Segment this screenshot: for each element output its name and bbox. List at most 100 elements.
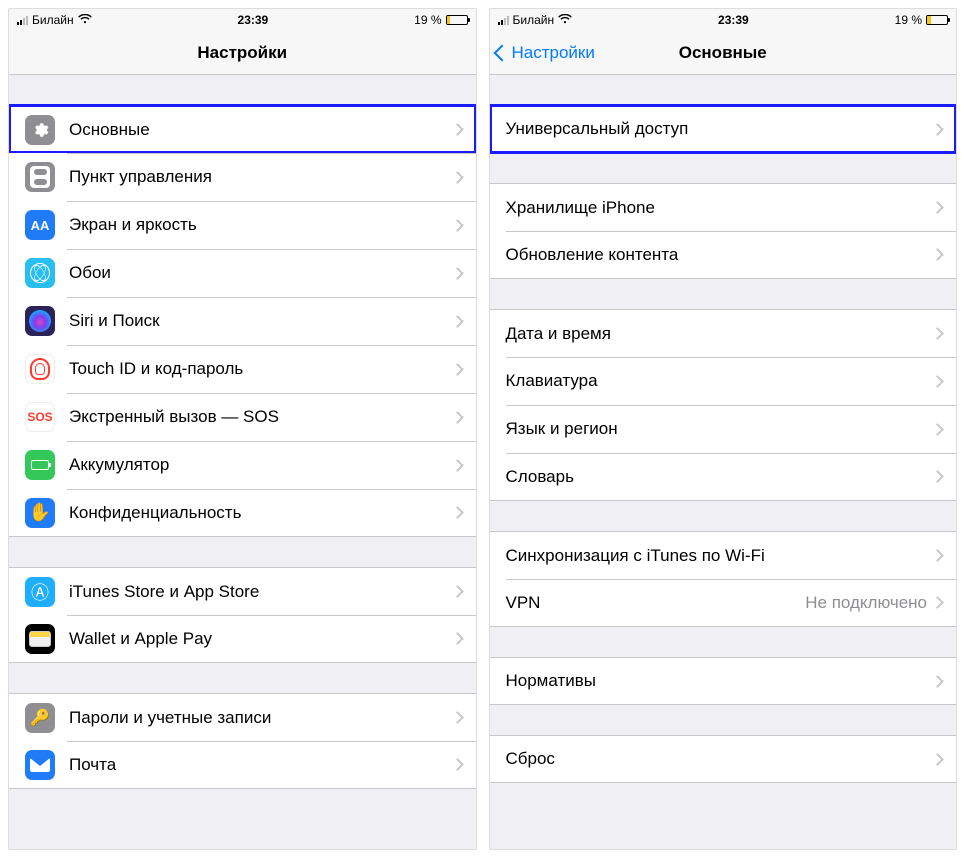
row-label: Синхронизация с iTunes по Wi-Fi: [506, 546, 934, 566]
siri-icon: [25, 306, 55, 336]
battery-icon: [25, 450, 55, 480]
general-list[interactable]: Универсальный доступ Хранилище iPhone Об…: [490, 75, 957, 849]
row-label: Touch ID и код-пароль: [69, 359, 453, 379]
row-wallpaper[interactable]: Обои: [9, 249, 476, 297]
carrier-label: Билайн: [513, 13, 555, 27]
chevron-right-icon: [451, 315, 464, 328]
chevron-right-icon: [451, 758, 464, 771]
sos-icon: SOS: [25, 402, 55, 432]
chevron-right-icon: [931, 375, 944, 388]
battery-icon: [446, 15, 468, 25]
key-icon: 🔑: [25, 703, 55, 733]
settings-screen: Билайн 23:39 19 % Настройки Основные Пун…: [8, 8, 477, 850]
back-button[interactable]: Настройки: [496, 43, 595, 63]
row-label: Язык и регион: [506, 419, 934, 439]
row-mail[interactable]: Почта: [9, 741, 476, 789]
row-label: Нормативы: [506, 671, 934, 691]
status-bar: Билайн 23:39 19 %: [490, 9, 957, 31]
row-label: Клавиатура: [506, 371, 934, 391]
row-value: Не подключено: [805, 593, 927, 613]
row-appstore[interactable]: Ⓐ iTunes Store и App Store: [9, 567, 476, 615]
battery-pct: 19 %: [895, 13, 922, 27]
page-title: Основные: [679, 43, 767, 63]
row-label: Пункт управления: [69, 167, 453, 187]
status-bar: Билайн 23:39 19 %: [9, 9, 476, 31]
row-label: Wallet и Apple Pay: [69, 629, 453, 649]
chevron-right-icon: [451, 123, 464, 136]
chevron-right-icon: [451, 506, 464, 519]
row-label: Дата и время: [506, 324, 934, 344]
clock: 23:39: [718, 13, 749, 27]
row-storage[interactable]: Хранилище iPhone: [490, 183, 957, 231]
wallpaper-icon: [25, 258, 55, 288]
navbar: Настройки Основные: [490, 31, 957, 75]
carrier-label: Билайн: [32, 13, 74, 27]
row-label: Почта: [69, 755, 453, 775]
row-regulatory[interactable]: Нормативы: [490, 657, 957, 705]
battery-pct: 19 %: [414, 13, 441, 27]
row-keyboard[interactable]: Клавиатура: [490, 357, 957, 405]
chevron-right-icon: [451, 363, 464, 376]
row-siri[interactable]: Siri и Поиск: [9, 297, 476, 345]
row-passwords[interactable]: 🔑 Пароли и учетные записи: [9, 693, 476, 741]
chevron-right-icon: [931, 201, 944, 214]
row-label: Экстренный вызов — SOS: [69, 407, 453, 427]
row-label: Экран и яркость: [69, 215, 453, 235]
chevron-right-icon: [931, 123, 944, 136]
mail-icon: [25, 750, 55, 780]
chevron-right-icon: [931, 248, 944, 261]
row-sos[interactable]: SOS Экстренный вызов — SOS: [9, 393, 476, 441]
signal-icon: [498, 15, 509, 25]
row-lang[interactable]: Язык и регион: [490, 405, 957, 453]
control-center-icon: [25, 162, 55, 192]
chevron-right-icon: [931, 675, 944, 688]
chevron-right-icon: [451, 711, 464, 724]
chevron-left-icon: [493, 44, 510, 61]
appstore-icon: Ⓐ: [25, 577, 55, 607]
row-label: Siri и Поиск: [69, 311, 453, 331]
row-bg-refresh[interactable]: Обновление контента: [490, 231, 957, 279]
chevron-right-icon: [451, 219, 464, 232]
row-label: Универсальный доступ: [506, 119, 934, 139]
row-touchid[interactable]: Touch ID и код-пароль: [9, 345, 476, 393]
row-privacy[interactable]: ✋ Конфиденциальность: [9, 489, 476, 537]
privacy-icon: ✋: [25, 498, 55, 528]
row-wallet[interactable]: Wallet и Apple Pay: [9, 615, 476, 663]
row-control-center[interactable]: Пункт управления: [9, 153, 476, 201]
chevron-right-icon: [451, 267, 464, 280]
chevron-right-icon: [451, 632, 464, 645]
row-itunes-wifi[interactable]: Синхронизация с iTunes по Wi-Fi: [490, 531, 957, 579]
wifi-icon: [558, 13, 572, 27]
row-general[interactable]: Основные: [9, 105, 476, 153]
row-label: Аккумулятор: [69, 455, 453, 475]
row-display[interactable]: AA Экран и яркость: [9, 201, 476, 249]
page-title: Настройки: [197, 43, 287, 63]
back-label: Настройки: [512, 43, 595, 63]
touchid-icon: [25, 354, 55, 384]
wallet-icon: [25, 624, 55, 654]
row-label: Обновление контента: [506, 245, 934, 265]
settings-list[interactable]: Основные Пункт управления AA Экран и ярк…: [9, 75, 476, 849]
row-label: Словарь: [506, 467, 934, 487]
chevron-right-icon: [931, 753, 944, 766]
row-label: Конфиденциальность: [69, 503, 453, 523]
chevron-right-icon: [451, 411, 464, 424]
battery-icon: [926, 15, 948, 25]
chevron-right-icon: [931, 470, 944, 483]
row-label: Сброс: [506, 749, 934, 769]
row-label: Основные: [69, 120, 453, 140]
chevron-right-icon: [931, 596, 944, 609]
chevron-right-icon: [931, 423, 944, 436]
gear-icon: [25, 115, 55, 145]
row-vpn[interactable]: VPN Не подключено: [490, 579, 957, 627]
wifi-icon: [78, 13, 92, 27]
row-battery[interactable]: Аккумулятор: [9, 441, 476, 489]
row-reset[interactable]: Сброс: [490, 735, 957, 783]
row-label: iTunes Store и App Store: [69, 582, 453, 602]
row-datetime[interactable]: Дата и время: [490, 309, 957, 357]
row-accessibility[interactable]: Универсальный доступ: [490, 105, 957, 153]
chevron-right-icon: [451, 585, 464, 598]
chevron-right-icon: [451, 459, 464, 472]
row-dict[interactable]: Словарь: [490, 453, 957, 501]
row-label: VPN: [506, 593, 806, 613]
